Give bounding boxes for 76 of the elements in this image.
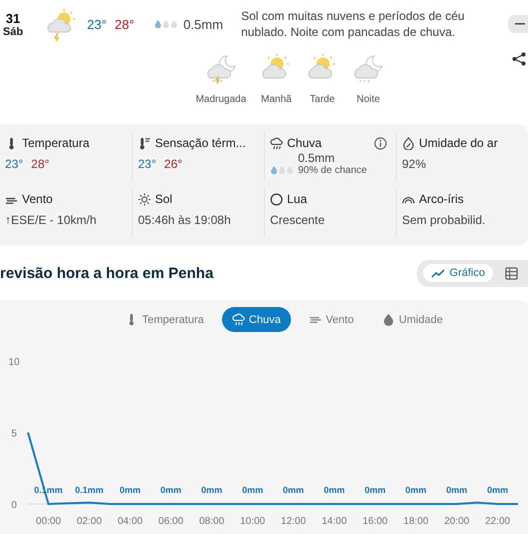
stat-value: 05:46h às 19:08h — [138, 213, 231, 227]
data-label: 0mm — [242, 485, 264, 495]
min-temperature: 23° — [87, 16, 107, 32]
chart-tab[interactable]: Vento — [298, 307, 364, 332]
min-temperature: 23° — [138, 157, 156, 171]
chart-tab[interactable]: Umidade — [372, 307, 453, 332]
stat-label: Arco-íris — [419, 192, 464, 206]
info-icon[interactable] — [374, 136, 387, 150]
period-label: Noite — [356, 94, 380, 105]
stat-value: ↑ESE/E - 10km/h — [5, 213, 96, 227]
weekday: Sáb — [2, 26, 24, 38]
section-title: revisão hora a hora em Penha — [0, 264, 214, 282]
stat-icon — [138, 136, 151, 150]
stat-label: Vento — [22, 192, 53, 206]
data-label: 0mm — [282, 485, 304, 495]
min-temperature: 23° — [5, 157, 24, 171]
stat-icon — [138, 192, 151, 206]
tab-icon — [382, 313, 395, 326]
table-icon — [505, 266, 518, 280]
data-label: 0mm — [120, 485, 141, 495]
stat-icon — [402, 136, 415, 150]
x-axis-label: 18:00 — [403, 516, 428, 527]
x-axis-label: 02:00 — [76, 516, 102, 527]
x-axis-label: 14:00 — [322, 516, 347, 527]
tab-icon — [232, 313, 245, 326]
data-label: 0mm — [201, 485, 222, 495]
stat-label: Lua — [287, 192, 308, 206]
data-label: 0mm — [364, 485, 386, 495]
chart-view-button[interactable]: Gráfico — [422, 264, 493, 282]
y-axis-label: 5 — [11, 428, 17, 440]
cloud-moon-storm-icon — [205, 54, 237, 84]
cloud-moon-rain-icon — [352, 54, 384, 84]
data-label: 0mm — [324, 485, 345, 495]
forecast-description: Sol com muitas nuvens e períodos de céu nublado. Noite com pancadas de chuva. — [241, 8, 466, 40]
share-icon[interactable] — [512, 52, 526, 66]
rain-amount: 0.5mm — [298, 151, 336, 165]
data-label: 0mm — [446, 485, 468, 495]
x-axis-label: 12:00 — [280, 516, 306, 527]
stat-label: Umidade do ar — [419, 136, 498, 150]
y-axis-label: 10 — [8, 357, 20, 368]
data-label: 0mm — [405, 485, 426, 495]
x-axis-label: 22:00 — [485, 516, 510, 527]
period-label: Tarde — [310, 94, 335, 105]
max-temperature: 26° — [164, 157, 182, 171]
stat-value: 92% — [402, 157, 426, 171]
rain-chance: 90% de chance — [298, 165, 367, 176]
max-temperature: 28° — [114, 16, 134, 32]
x-axis-label: 10:00 — [240, 516, 266, 527]
stat-value: Crescente — [270, 213, 325, 227]
period-label: Madrugada — [196, 94, 246, 105]
max-temperature: 28° — [31, 157, 50, 171]
stat-label: Chuva — [287, 136, 322, 150]
x-axis-label: 20:00 — [444, 516, 470, 527]
rain-amount: 0.5mm — [183, 16, 224, 32]
data-label: 0mm — [487, 485, 508, 495]
stat-label: Temperatura — [22, 136, 90, 150]
x-axis-label: 08:00 — [199, 516, 224, 527]
minus-icon — [515, 23, 525, 25]
x-axis-label: 04:00 — [118, 516, 143, 527]
x-axis-label: 16:00 — [362, 516, 388, 527]
stat-label: Sensação térm... — [155, 136, 246, 150]
period-label: Manhã — [261, 94, 292, 105]
x-axis-label: 06:00 — [158, 516, 184, 527]
trend-icon — [430, 268, 445, 278]
data-label: 0mm — [160, 485, 182, 495]
chart-tab[interactable]: Temperatura — [115, 307, 214, 332]
stat-label: Sol — [155, 192, 172, 206]
chart-tab[interactable]: Chuva — [222, 307, 291, 332]
stat-icon — [270, 136, 283, 150]
data-label: 0.1mm — [74, 485, 104, 495]
day-number: 31 — [6, 10, 20, 26]
x-axis-label: 00:00 — [36, 516, 61, 527]
collapse-button[interactable] — [508, 15, 528, 33]
stat-value: Sem probabilid. — [402, 213, 486, 227]
y-axis-label: 0 — [11, 500, 17, 511]
stat-icon — [270, 192, 283, 206]
